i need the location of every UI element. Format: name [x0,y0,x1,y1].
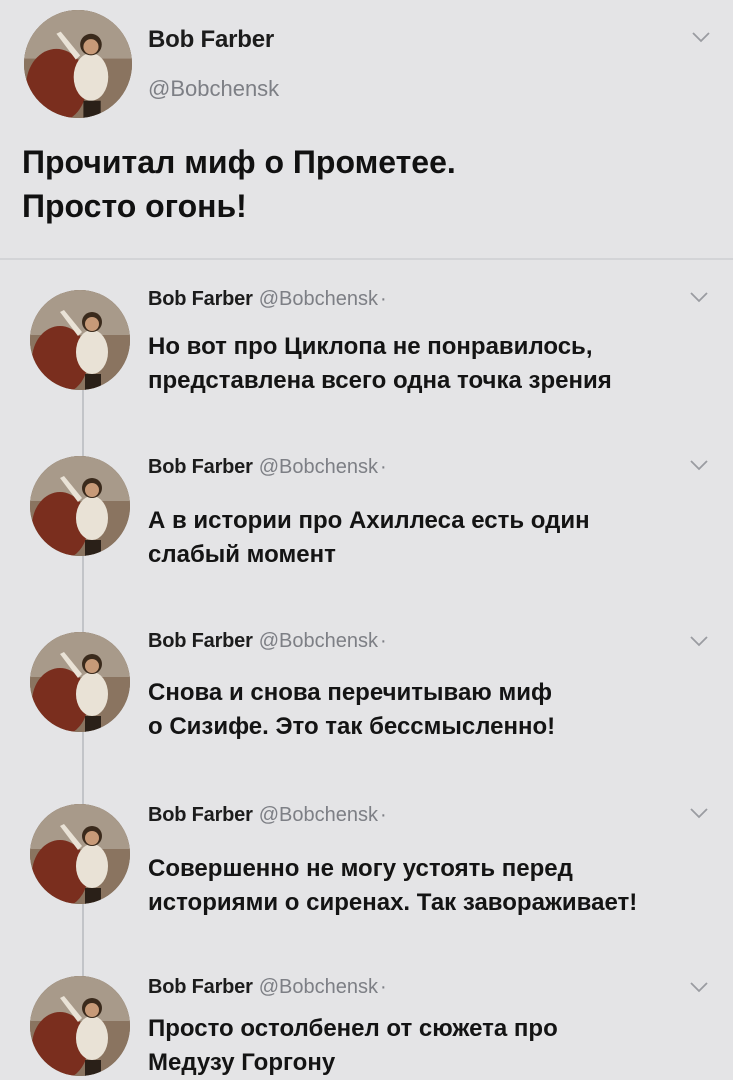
author-handle[interactable]: @Bobchensk [259,976,378,998]
header-separator: · [379,630,387,652]
tweet-text-line: Но вот про Циклопа не понравилось, [148,333,593,360]
author-name[interactable]: Bob Farber [148,976,253,998]
reply-header: Bob Farber @Bobchensk · [148,288,387,311]
header-separator: · [379,456,387,478]
author-handle[interactable]: @Bobchensk [259,804,378,826]
author-name[interactable]: Bob Farber [148,288,253,310]
tweet-text-line: Прочитал миф о Прометее. [22,144,456,180]
chevron-down-icon[interactable] [688,806,710,820]
author-name[interactable]: Bob Farber [148,26,274,54]
reply-header: Bob Farber @Bobchensk · [148,976,387,999]
avatar-image [30,976,130,1076]
tweet-text: Просто остолбенел от сюжета про Медузу Г… [148,1012,733,1080]
tweet-text-line: историями о сиренах. Так завораживает! [148,889,638,916]
avatar-image [30,632,130,732]
tweet-thread: Bob Farber @Bobchensk Прочитал миф о Про… [0,0,733,1080]
tweet-text-line: Просто остолбенел от сюжета про [148,1015,558,1042]
author-name[interactable]: Bob Farber [148,804,253,826]
tweet-text: А в истории про Ахиллеса есть один слабы… [148,504,733,572]
tweet-text-line: слабый момент [148,541,336,568]
avatar[interactable] [30,456,130,556]
divider [0,258,733,260]
author-handle[interactable]: @Bobchensk [259,456,378,478]
avatar-image [30,456,130,556]
avatar-image [30,804,130,904]
thread-line [82,732,84,804]
header-separator: · [379,804,387,826]
tweet-text: Совершенно не могу устоять перед история… [148,852,733,920]
chevron-down-icon[interactable] [690,30,712,44]
avatar[interactable] [30,804,130,904]
tweet-text-line: о Сизифе. Это так бессмысленно! [148,713,556,740]
avatar[interactable] [30,632,130,732]
thread-line [82,390,84,456]
tweet-text-line: представлена всего одна точка зрения [148,367,612,394]
tweet-text: Прочитал миф о Прометее. Просто огонь! [22,140,712,228]
author-name[interactable]: Bob Farber [148,630,253,652]
thread-line [82,904,84,976]
chevron-down-icon[interactable] [688,634,710,648]
tweet-text: Снова и снова перечитываю миф о Сизифе. … [148,676,733,744]
chevron-down-icon[interactable] [688,290,710,304]
tweet-text-line: Медузу Горгону [148,1049,336,1076]
author-handle[interactable]: @Bobchensk [148,76,279,102]
header-separator: · [379,976,387,998]
header-separator: · [379,288,387,310]
reply-header: Bob Farber @Bobchensk · [148,456,387,479]
chevron-down-icon[interactable] [688,458,710,472]
tweet-text-line: Совершенно не могу устоять перед [148,855,573,882]
avatar[interactable] [30,976,130,1076]
chevron-down-icon[interactable] [688,980,710,994]
author-handle[interactable]: @Bobchensk [259,630,378,652]
tweet-text-line: А в истории про Ахиллеса есть один [148,507,590,534]
avatar-image [30,290,130,390]
thread-line [82,556,84,632]
tweet-text: Но вот про Циклопа не понравилось, предс… [148,330,733,398]
tweet-text-line: Снова и снова перечитываю миф [148,679,552,706]
tweet-text-line: Просто огонь! [22,188,247,224]
reply-header: Bob Farber @Bobchensk · [148,630,387,653]
author-name[interactable]: Bob Farber [148,456,253,478]
avatar[interactable] [30,290,130,390]
avatar[interactable] [24,10,132,118]
avatar-image [24,10,132,118]
reply-header: Bob Farber @Bobchensk · [148,804,387,827]
author-handle[interactable]: @Bobchensk [259,288,378,310]
